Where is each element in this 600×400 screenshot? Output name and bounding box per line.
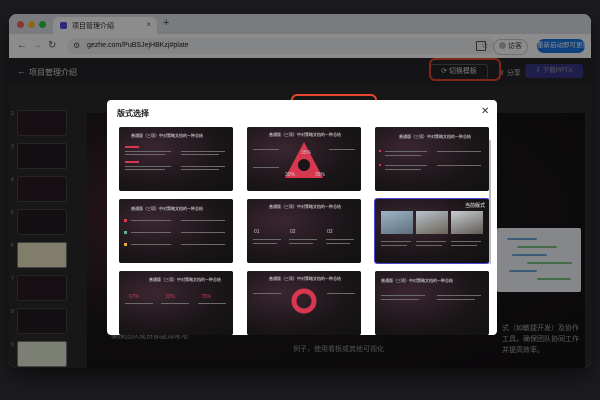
layout-card[interactable]: 普通版（三项）中对策略文档的一种总结 <box>119 199 233 263</box>
layout-card[interactable]: 普通版（三项）中对策略文档的一种总结 01 02 03 <box>247 199 361 263</box>
layout-picker-dialog: 版式选择 ✕ 普通版（三项）中对策略文档的一种总结 普通版（三项）中对策略文档的… <box>107 100 497 335</box>
close-icon[interactable]: ✕ <box>481 106 489 117</box>
donut-diagram <box>291 288 317 314</box>
layout-card[interactable]: 普通版（三项）中对策略文档的一种总结 67% 33% 75% <box>119 271 233 335</box>
browser-window: 项目管理介绍 × + ← → ↻ ⚙ gezhe.com/PuBSJejHBKz… <box>9 14 591 368</box>
layout-card[interactable]: 普通版（三项）中对策略文档的一种总结 <box>119 127 233 191</box>
layout-card[interactable]: 普通版（三项）中对策略文档的一种总结 <box>375 127 489 191</box>
layout-card[interactable]: 普通版（三项）中对策略文档的一种总结 30% 35% 35% <box>247 127 361 191</box>
current-layout-tag: 当前版式 <box>465 203 486 209</box>
layout-card[interactable]: 普通版（三项）中对策略文档的一种总结 <box>247 271 361 335</box>
layout-card-current[interactable]: 当前版式 <box>374 198 490 264</box>
dialog-title: 版式选择 <box>117 109 149 118</box>
dialog-scrollbar[interactable] <box>489 140 491 264</box>
layout-card[interactable]: 普通版（三项）中对策略文档的一种总结 <box>375 271 489 335</box>
layout-grid: 普通版（三项）中对策略文档的一种总结 普通版（三项）中对策略文档的一种总结 30 <box>119 127 490 335</box>
